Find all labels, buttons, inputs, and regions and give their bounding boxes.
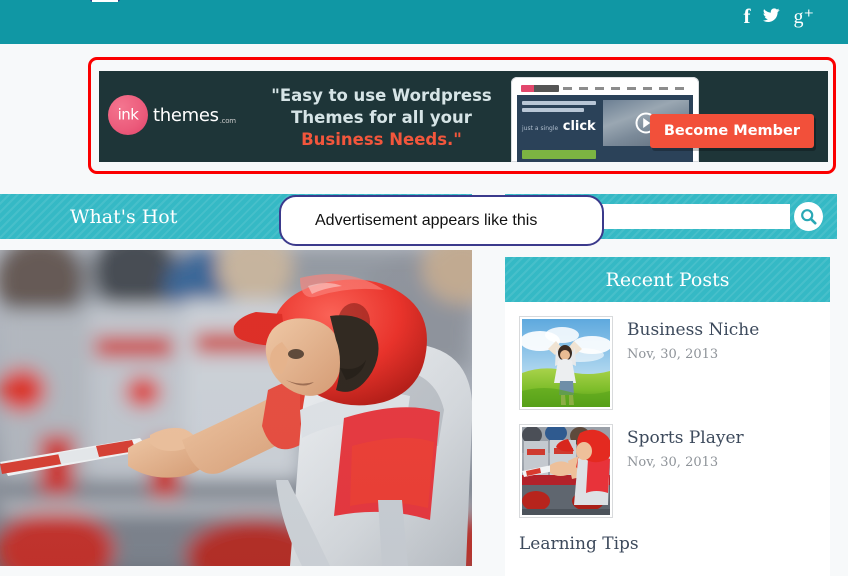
- post-title[interactable]: Learning Tips: [519, 532, 830, 554]
- become-member-button[interactable]: Become Member: [649, 114, 814, 148]
- mockup-navbar: [517, 82, 693, 95]
- hero-image[interactable]: [0, 250, 472, 566]
- googleplus-icon[interactable]: g⁺: [793, 7, 814, 27]
- facebook-icon[interactable]: f: [743, 6, 750, 27]
- advertisement-banner[interactable]: themes.com "Easy to use Wordpress Themes…: [99, 71, 828, 162]
- play-icon: [643, 118, 651, 128]
- advertisement-highlight-frame: themes.com "Easy to use Wordpress Themes…: [88, 57, 836, 174]
- mockup-copy: [522, 101, 600, 115]
- callout-pointer: [90, 0, 120, 2]
- mockup-logo: [521, 85, 559, 92]
- post-date: Nov, 30, 2013: [627, 347, 719, 362]
- mockup-click-text: just a single click: [522, 119, 596, 134]
- search-button[interactable]: [794, 202, 823, 231]
- whats-hot-title: What's Hot: [70, 205, 178, 228]
- headline-line-3: Business Needs.": [301, 129, 462, 149]
- post-date: Nov, 30, 2013: [627, 455, 719, 470]
- recent-posts-header: Recent Posts: [505, 257, 830, 302]
- inkthemes-logo: themes.com: [108, 89, 236, 141]
- post-thumbnail[interactable]: [519, 316, 613, 410]
- post-thumbnail[interactable]: [519, 424, 613, 518]
- callout-text: Advertisement appears like this: [315, 211, 538, 229]
- advertisement-callout: Advertisement appears like this: [279, 195, 604, 246]
- mockup-menu: [563, 87, 689, 90]
- post-title[interactable]: Sports Player: [627, 428, 744, 448]
- headline-line-1: "Easy to use Wordpress: [271, 86, 492, 105]
- recent-posts-title: Recent Posts: [605, 268, 730, 291]
- twitter-icon[interactable]: [763, 8, 780, 25]
- list-item[interactable]: Business Niche Nov, 30, 2013: [519, 316, 830, 410]
- recent-posts-panel: Recent Posts Business Niche Nov, 30, 201…: [505, 257, 830, 576]
- post-meta: Business Niche Nov, 30, 2013: [627, 316, 759, 410]
- post-title[interactable]: Business Niche: [627, 320, 759, 340]
- search-icon: [801, 209, 817, 225]
- list-item[interactable]: Sports Player Nov, 30, 2013: [519, 424, 830, 518]
- logo-wordmark: themes.com: [153, 104, 236, 126]
- mockup-green-button: [522, 150, 596, 159]
- post-meta: Sports Player Nov, 30, 2013: [627, 424, 744, 518]
- ink-circle-icon: [108, 95, 148, 135]
- advertisement-headline: "Easy to use Wordpress Themes for all yo…: [249, 85, 514, 150]
- top-bar: f g⁺: [0, 0, 848, 44]
- headline-line-2: Themes for all your: [291, 107, 472, 127]
- recent-posts-list: Business Niche Nov, 30, 2013 Sports Play…: [505, 302, 830, 576]
- social-links: f g⁺: [743, 6, 814, 27]
